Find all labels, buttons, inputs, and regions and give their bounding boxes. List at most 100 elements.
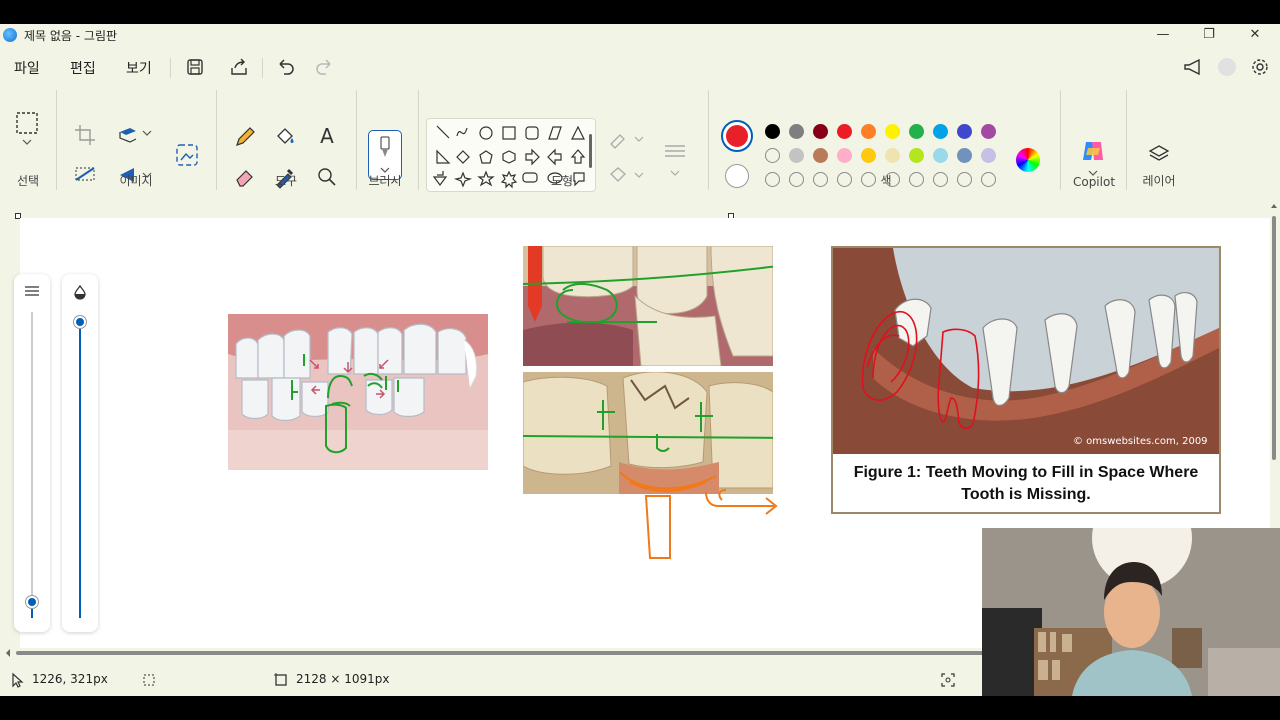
color2-selector[interactable] <box>725 164 749 188</box>
settings-gear-icon[interactable] <box>1249 56 1271 78</box>
custom-color-slot[interactable] <box>885 172 900 187</box>
image-generator-icon[interactable] <box>174 142 200 168</box>
shapes-scrollbar[interactable] <box>589 134 592 168</box>
account-avatar[interactable] <box>1218 58 1236 76</box>
scroll-up-icon[interactable] <box>1270 202 1278 210</box>
minimize-button[interactable]: — <box>1140 24 1186 46</box>
slider-track <box>31 312 33 612</box>
group-label-image: 이미지 <box>119 174 153 188</box>
menu-edit[interactable]: 편집 <box>70 58 96 78</box>
fit-to-window-icon[interactable] <box>940 672 956 688</box>
select-transparent-icon[interactable] <box>72 162 98 188</box>
redo-icon[interactable] <box>314 56 336 78</box>
custom-color-slot[interactable] <box>789 172 804 187</box>
edit-colors-icon[interactable] <box>1016 148 1040 172</box>
palette-swatch[interactable] <box>909 148 924 163</box>
share-icon[interactable] <box>228 56 250 78</box>
feedback-icon[interactable] <box>1182 56 1204 78</box>
figure-caption-line1: Figure 1: Teeth Moving to Fill in Space … <box>853 464 1199 481</box>
custom-color-slot[interactable] <box>909 172 924 187</box>
figure-caption: Figure 1: Teeth Moving to Fill in Space … <box>833 456 1219 512</box>
divider <box>262 58 263 78</box>
palette-swatch[interactable] <box>837 124 852 139</box>
custom-color-slot[interactable] <box>957 172 972 187</box>
custom-color-slot[interactable] <box>933 172 948 187</box>
fill-icon[interactable] <box>606 162 632 188</box>
chevron-down-icon[interactable] <box>140 126 154 140</box>
custom-color-slot[interactable] <box>765 172 780 187</box>
menu-file[interactable]: 파일 <box>14 58 40 78</box>
chevron-down-icon[interactable] <box>632 132 646 146</box>
resize-icon[interactable] <box>116 122 142 148</box>
orange-annotation <box>619 472 778 559</box>
crop-icon[interactable] <box>72 122 98 148</box>
layers-icon[interactable] <box>1146 142 1172 168</box>
horizontal-scroll-thumb[interactable] <box>16 651 996 655</box>
palette-swatch[interactable] <box>813 124 828 139</box>
scroll-left-icon[interactable] <box>4 648 12 658</box>
save-icon[interactable] <box>184 56 206 78</box>
eraser-icon[interactable] <box>232 164 258 190</box>
palette-swatch[interactable] <box>957 124 972 139</box>
figure-1-image: © omswebsites.com, 2009 Figure 1: Teeth … <box>831 246 1221 514</box>
palette-swatch[interactable] <box>885 124 900 139</box>
undo-icon[interactable] <box>274 56 296 78</box>
menu-view[interactable]: 보기 <box>126 58 152 78</box>
palette-swatch[interactable] <box>813 148 828 163</box>
divider <box>1060 90 1061 190</box>
text-tool[interactable]: A <box>314 124 340 150</box>
magnifier-icon[interactable] <box>314 164 340 190</box>
chevron-down-icon[interactable] <box>632 168 646 182</box>
divider <box>1126 90 1127 190</box>
palette-swatch[interactable] <box>981 124 996 139</box>
group-label-brushes: 브러시 <box>368 174 402 188</box>
close-button[interactable]: ✕ <box>1232 24 1278 46</box>
figure-caption-line2: Tooth is Missing. <box>961 486 1091 503</box>
divider <box>356 90 357 190</box>
custom-color-slot[interactable] <box>981 172 996 187</box>
chevron-down-icon[interactable] <box>14 136 40 150</box>
brush-size-slider-panel <box>14 274 50 632</box>
custom-color-slot[interactable] <box>837 172 852 187</box>
selection-size-icon <box>143 674 155 686</box>
ribbon: 선택 이미지 A 도구 브러시 도형 색 Copilot 레이어 <box>0 86 1280 194</box>
divider <box>216 90 217 190</box>
line-thickness-icon <box>25 286 39 296</box>
brush-icon <box>380 136 390 157</box>
opacity-thumb[interactable] <box>74 316 86 328</box>
maximize-button[interactable]: ❐ <box>1186 24 1232 46</box>
chevron-down-icon[interactable] <box>668 166 682 180</box>
palette-swatch[interactable] <box>885 148 900 163</box>
webcam-overlay <box>982 528 1280 696</box>
window-title: 제목 없음 - 그림판 <box>24 29 118 43</box>
pencil-icon[interactable] <box>232 124 258 150</box>
vertical-scroll-thumb[interactable] <box>1272 216 1276 460</box>
select-rectangle-icon[interactable] <box>14 110 40 136</box>
paint-app-icon <box>3 28 17 42</box>
palette-swatch[interactable] <box>861 124 876 139</box>
brush-size-thumb[interactable] <box>26 596 38 608</box>
palette-swatch[interactable] <box>909 124 924 139</box>
palette-swatch[interactable] <box>765 124 780 139</box>
opacity-slider-panel <box>62 274 98 632</box>
canvas-size: 2128 × 1091px <box>296 672 390 686</box>
copilot-icon[interactable] <box>1080 138 1106 164</box>
divider <box>708 90 709 190</box>
palette-swatch[interactable] <box>765 148 780 163</box>
figure-watermark: © omswebsites.com, 2009 <box>1073 436 1208 447</box>
palette-swatch[interactable] <box>981 148 996 163</box>
outline-icon[interactable] <box>606 126 632 152</box>
palette-swatch[interactable] <box>861 148 876 163</box>
palette-swatch[interactable] <box>789 148 804 163</box>
palette-swatch[interactable] <box>933 124 948 139</box>
color1-selector[interactable] <box>721 120 753 152</box>
fill-bucket-icon[interactable] <box>272 124 298 150</box>
custom-color-slot[interactable] <box>813 172 828 187</box>
custom-color-slot[interactable] <box>861 172 876 187</box>
palette-swatch[interactable] <box>789 124 804 139</box>
line-width-icon[interactable] <box>662 138 688 164</box>
palette-swatch[interactable] <box>957 148 972 163</box>
palette-swatch[interactable] <box>933 148 948 163</box>
palette-swatch[interactable] <box>837 148 852 163</box>
teeth-photo-upper <box>523 246 773 366</box>
